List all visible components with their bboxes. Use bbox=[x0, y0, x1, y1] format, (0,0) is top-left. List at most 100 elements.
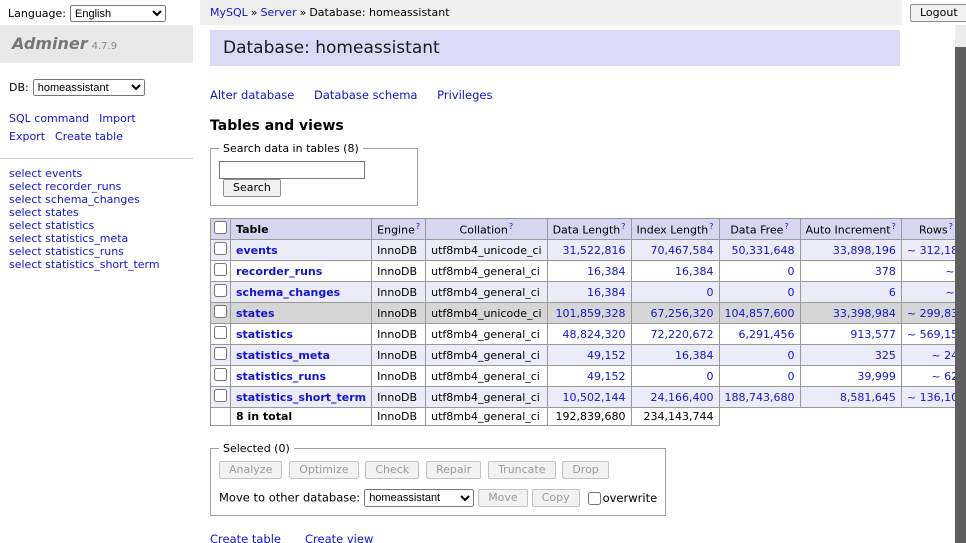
sidebar-item-select-statistics-short-term[interactable]: select statistics_short_term bbox=[9, 258, 160, 271]
table-name-link[interactable]: statistics_short_term bbox=[236, 391, 366, 404]
search-button[interactable]: Search bbox=[223, 179, 281, 197]
breadcrumb-mysql-link[interactable]: MySQL bbox=[210, 6, 248, 19]
create-table-link[interactable]: Create table bbox=[210, 532, 281, 543]
search-input[interactable] bbox=[219, 161, 365, 179]
brand-header: Adminer4.7.9 bbox=[0, 25, 193, 63]
data-length-link[interactable]: 49,152 bbox=[587, 349, 626, 362]
copy-button[interactable]: Copy bbox=[532, 489, 580, 507]
column-header-table: Table bbox=[231, 219, 372, 240]
auto-increment-link[interactable]: 6 bbox=[889, 286, 896, 299]
data-free-link[interactable]: 0 bbox=[788, 370, 795, 383]
overwrite-option: overwrite bbox=[588, 491, 658, 505]
breadcrumb-server-link[interactable]: Server bbox=[261, 6, 297, 19]
index-length-link[interactable]: 72,220,672 bbox=[651, 328, 714, 341]
sidebar-item-sql-command[interactable]: SQL command bbox=[9, 112, 89, 125]
move-database-select[interactable]: homeassistant bbox=[364, 489, 474, 507]
table-name-link[interactable]: statistics bbox=[236, 328, 293, 341]
auto-increment-link[interactable]: 33,898,196 bbox=[833, 244, 896, 257]
index-length-link[interactable]: 24,166,400 bbox=[651, 391, 714, 404]
data-free-link[interactable]: 0 bbox=[788, 265, 795, 278]
auto-increment-link[interactable]: 378 bbox=[875, 265, 896, 278]
table-name-link[interactable]: states bbox=[236, 307, 275, 320]
row-checkbox[interactable] bbox=[214, 368, 227, 381]
help-link[interactable]: ? bbox=[949, 222, 953, 231]
sidebar-item-select-schema-changes[interactable]: select schema_changes bbox=[9, 193, 140, 206]
row-checkbox[interactable] bbox=[214, 242, 227, 255]
help-link[interactable]: ? bbox=[509, 222, 513, 231]
index-length-link[interactable]: 16,384 bbox=[675, 265, 714, 278]
help-link[interactable]: ? bbox=[621, 222, 625, 231]
data-length-link[interactable]: 16,384 bbox=[587, 286, 626, 299]
sidebar-actions: SQL command Import Export Create table bbox=[0, 110, 193, 159]
row-checkbox[interactable] bbox=[214, 305, 227, 318]
language-select[interactable]: English bbox=[70, 5, 166, 22]
sidebar-item-import[interactable]: Import bbox=[99, 112, 136, 125]
data-free-link[interactable]: 50,331,648 bbox=[732, 244, 795, 257]
db-select[interactable]: homeassistant bbox=[33, 79, 145, 96]
data-length-link[interactable]: 16,384 bbox=[587, 265, 626, 278]
data-free-link[interactable]: 104,857,600 bbox=[725, 307, 795, 320]
auto-increment-link[interactable]: 8,581,645 bbox=[840, 391, 896, 404]
data-free-link[interactable]: 188,743,680 bbox=[725, 391, 795, 404]
row-checkbox[interactable] bbox=[214, 347, 227, 360]
table-name-link[interactable]: statistics_runs bbox=[236, 370, 326, 383]
create-view-link[interactable]: Create view bbox=[305, 532, 373, 543]
scrollbar-thumb[interactable] bbox=[955, 47, 966, 543]
data-length-link[interactable]: 49,152 bbox=[587, 370, 626, 383]
vertical-scrollbar[interactable] bbox=[955, 25, 966, 543]
table-name-link[interactable]: events bbox=[236, 244, 278, 257]
select-all-checkbox[interactable] bbox=[214, 221, 227, 234]
index-length-link[interactable]: 70,467,584 bbox=[651, 244, 714, 257]
collation-cell: utf8mb4_general_ci bbox=[426, 366, 547, 387]
analyze-button[interactable]: Analyze bbox=[219, 461, 282, 479]
data-length-link[interactable]: 31,522,816 bbox=[563, 244, 626, 257]
index-length-link[interactable]: 0 bbox=[707, 370, 714, 383]
sidebar-item-select-recorder-runs[interactable]: select recorder_runs bbox=[9, 180, 121, 193]
auto-increment-link[interactable]: 33,398,984 bbox=[833, 307, 896, 320]
sidebar-item-export[interactable]: Export bbox=[9, 130, 45, 143]
index-length-link[interactable]: 0 bbox=[707, 286, 714, 299]
data-free-link[interactable]: 0 bbox=[788, 349, 795, 362]
index-length-link[interactable]: 16,384 bbox=[675, 349, 714, 362]
auto-increment-link[interactable]: 325 bbox=[875, 349, 896, 362]
help-link[interactable]: ? bbox=[784, 222, 788, 231]
row-checkbox[interactable] bbox=[214, 263, 227, 276]
auto-increment-link[interactable]: 39,999 bbox=[857, 370, 896, 383]
truncate-button[interactable]: Truncate bbox=[488, 461, 555, 479]
alter-database-link[interactable]: Alter database bbox=[210, 88, 294, 102]
overwrite-checkbox[interactable] bbox=[588, 492, 601, 505]
help-link[interactable]: ? bbox=[709, 222, 713, 231]
index-length-link[interactable]: 67,256,320 bbox=[651, 307, 714, 320]
sidebar-item-select-states[interactable]: select states bbox=[9, 206, 79, 219]
move-button[interactable]: Move bbox=[478, 489, 528, 507]
data-free-link[interactable]: 0 bbox=[788, 286, 795, 299]
check-button[interactable]: Check bbox=[365, 461, 419, 479]
table-name-link[interactable]: recorder_runs bbox=[236, 265, 322, 278]
sidebar-item-select-events[interactable]: select events bbox=[9, 167, 82, 180]
drop-button[interactable]: Drop bbox=[562, 461, 608, 479]
database-schema-link[interactable]: Database schema bbox=[314, 88, 417, 102]
row-checkbox[interactable] bbox=[214, 389, 227, 402]
data-length-link[interactable]: 48,824,320 bbox=[563, 328, 626, 341]
auto-increment-link[interactable]: 913,577 bbox=[850, 328, 896, 341]
repair-button[interactable]: Repair bbox=[426, 461, 481, 479]
list-item: select statistics_short_term bbox=[9, 259, 184, 272]
logout-button[interactable]: Logout bbox=[910, 4, 966, 22]
engine-cell: InnoDB bbox=[372, 387, 426, 408]
privileges-link[interactable]: Privileges bbox=[437, 88, 492, 102]
help-link[interactable]: ? bbox=[892, 222, 896, 231]
sidebar-item-select-statistics[interactable]: select statistics bbox=[9, 219, 94, 232]
table-name-link[interactable]: schema_changes bbox=[236, 286, 340, 299]
row-checkbox[interactable] bbox=[214, 284, 227, 297]
data-length-link[interactable]: 10,502,144 bbox=[563, 391, 626, 404]
optimize-button[interactable]: Optimize bbox=[289, 461, 358, 479]
help-link[interactable]: ? bbox=[416, 222, 420, 231]
sidebar-item-select-statistics-meta[interactable]: select statistics_meta bbox=[9, 232, 128, 245]
data-length-link[interactable]: 101,859,328 bbox=[556, 307, 626, 320]
sidebar-item-select-statistics-runs[interactable]: select statistics_runs bbox=[9, 245, 124, 258]
selected-fieldset: Selected (0) Analyze Optimize Check Repa… bbox=[210, 442, 666, 516]
row-checkbox[interactable] bbox=[214, 326, 227, 339]
data-free-link[interactable]: 6,291,456 bbox=[739, 328, 795, 341]
sidebar-item-create-table[interactable]: Create table bbox=[55, 130, 123, 143]
table-name-link[interactable]: statistics_meta bbox=[236, 349, 330, 362]
